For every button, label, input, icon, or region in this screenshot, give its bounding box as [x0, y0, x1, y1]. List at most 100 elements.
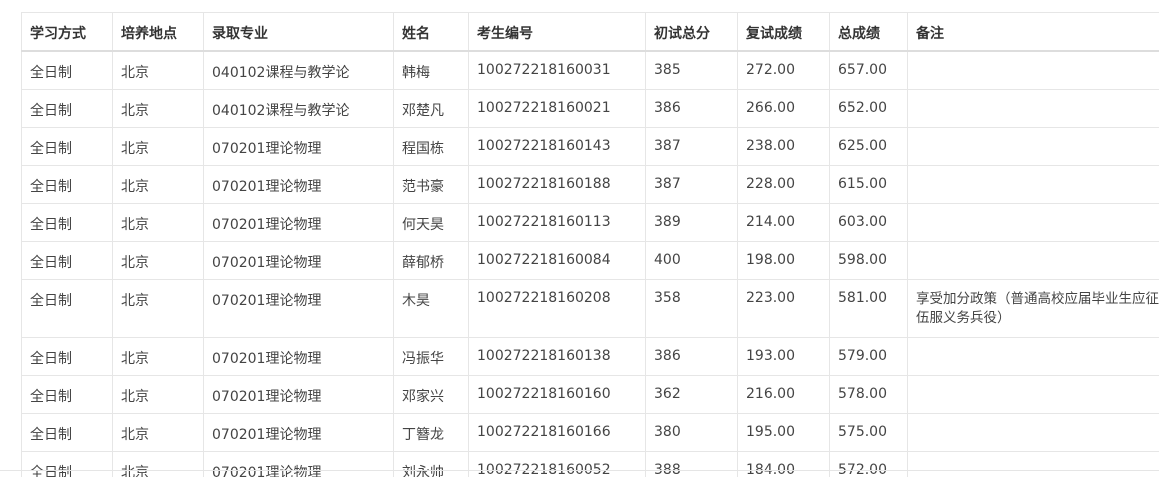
table-row: 全日制 北京 070201理论物理 冯振华 100272218160138 38… — [21, 337, 1159, 376]
header-name: 姓名 — [393, 12, 469, 52]
cell-exam-id: 100272218160160 — [468, 375, 646, 414]
cell-major: 070201理论物理 — [203, 279, 394, 338]
cell-study-mode: 全日制 — [21, 203, 113, 242]
cell-total-score: 578.00 — [829, 375, 908, 414]
cell-name: 邓楚凡 — [393, 89, 469, 128]
cell-location: 北京 — [112, 451, 204, 477]
cell-retest-score: 195.00 — [737, 413, 830, 452]
cell-retest-score: 228.00 — [737, 165, 830, 204]
cell-location: 北京 — [112, 127, 204, 166]
cell-location: 北京 — [112, 375, 204, 414]
cell-initial-score: 358 — [645, 279, 738, 338]
cell-study-mode: 全日制 — [21, 279, 113, 338]
table-row: 全日制 北京 070201理论物理 何天昊 100272218160113 38… — [21, 203, 1159, 242]
cell-initial-score: 387 — [645, 127, 738, 166]
cell-study-mode: 全日制 — [21, 413, 113, 452]
cell-retest-score: 216.00 — [737, 375, 830, 414]
cell-location: 北京 — [112, 50, 204, 90]
cell-name: 何天昊 — [393, 203, 469, 242]
header-retest-score: 复试成绩 — [737, 12, 830, 52]
cell-location: 北京 — [112, 241, 204, 280]
cell-name: 范书豪 — [393, 165, 469, 204]
cell-name: 邓家兴 — [393, 375, 469, 414]
table-header-row: 学习方式 培养地点 录取专业 姓名 考生编号 初试总分 复试成绩 总成绩 备注 — [21, 12, 1159, 52]
cell-location: 北京 — [112, 203, 204, 242]
cell-total-score: 625.00 — [829, 127, 908, 166]
cell-initial-score: 400 — [645, 241, 738, 280]
cell-name: 刘永帅 — [393, 451, 469, 477]
top-margin — [0, 0, 1159, 12]
table-row: 全日制 北京 070201理论物理 范书豪 100272218160188 38… — [21, 165, 1159, 204]
cell-retest-score: 266.00 — [737, 89, 830, 128]
cell-remarks — [907, 375, 1159, 414]
cell-total-score: 598.00 — [829, 241, 908, 280]
cell-total-score: 572.00 — [829, 451, 908, 477]
cell-name: 薛郁桥 — [393, 241, 469, 280]
cell-retest-score: 272.00 — [737, 50, 830, 90]
cell-total-score: 579.00 — [829, 337, 908, 376]
cell-retest-score: 198.00 — [737, 241, 830, 280]
cell-remarks — [907, 127, 1159, 166]
cell-location: 北京 — [112, 279, 204, 338]
table-row: 全日制 北京 070201理论物理 邓家兴 100272218160160 36… — [21, 375, 1159, 414]
cell-major: 070201理论物理 — [203, 451, 394, 477]
cell-initial-score: 386 — [645, 89, 738, 128]
table-row: 全日制 北京 070201理论物理 刘永帅 100272218160052 38… — [21, 451, 1159, 477]
cell-name: 程国栋 — [393, 127, 469, 166]
cell-remarks — [907, 413, 1159, 452]
cell-name: 韩梅 — [393, 50, 469, 90]
cell-initial-score: 362 — [645, 375, 738, 414]
cell-total-score: 652.00 — [829, 89, 908, 128]
cell-name: 丁簪龙 — [393, 413, 469, 452]
cell-study-mode: 全日制 — [21, 337, 113, 376]
header-initial-score: 初试总分 — [645, 12, 738, 52]
cell-retest-score: 214.00 — [737, 203, 830, 242]
cell-remarks — [907, 165, 1159, 204]
cell-remarks — [907, 50, 1159, 90]
cell-major: 070201理论物理 — [203, 203, 394, 242]
cell-remarks — [907, 89, 1159, 128]
cell-study-mode: 全日制 — [21, 127, 113, 166]
cell-study-mode: 全日制 — [21, 451, 113, 477]
cell-total-score: 657.00 — [829, 50, 908, 90]
cell-exam-id: 100272218160188 — [468, 165, 646, 204]
cell-exam-id: 100272218160113 — [468, 203, 646, 242]
header-exam-id: 考生编号 — [468, 12, 646, 52]
table-row: 全日制 北京 070201理论物理 木昊 100272218160208 358… — [21, 279, 1159, 338]
header-total-score: 总成绩 — [829, 12, 908, 52]
cell-major: 070201理论物理 — [203, 375, 394, 414]
cell-exam-id: 100272218160166 — [468, 413, 646, 452]
cell-major: 070201理论物理 — [203, 165, 394, 204]
cell-retest-score: 238.00 — [737, 127, 830, 166]
cell-exam-id: 100272218160138 — [468, 337, 646, 376]
cell-remarks — [907, 337, 1159, 376]
cell-major: 070201理论物理 — [203, 127, 394, 166]
cell-location: 北京 — [112, 337, 204, 376]
cell-name: 木昊 — [393, 279, 469, 338]
cell-retest-score: 223.00 — [737, 279, 830, 338]
table-row: 全日制 北京 040102课程与教学论 邓楚凡 100272218160021 … — [21, 89, 1159, 128]
cell-retest-score: 184.00 — [737, 451, 830, 477]
table-row: 全日制 北京 040102课程与教学论 韩梅 100272218160031 3… — [21, 50, 1159, 90]
cell-study-mode: 全日制 — [21, 375, 113, 414]
cell-initial-score: 386 — [645, 337, 738, 376]
cell-total-score: 603.00 — [829, 203, 908, 242]
cell-total-score: 615.00 — [829, 165, 908, 204]
cell-study-mode: 全日制 — [21, 165, 113, 204]
admission-table: 学习方式 培养地点 录取专业 姓名 考生编号 初试总分 复试成绩 总成绩 备注 … — [21, 12, 1159, 477]
cell-location: 北京 — [112, 413, 204, 452]
cell-remarks: 享受加分政策（普通高校应届毕业生应征入伍服义务兵役） — [907, 279, 1159, 338]
cell-exam-id: 100272218160084 — [468, 241, 646, 280]
cell-major: 040102课程与教学论 — [203, 50, 394, 90]
cell-location: 北京 — [112, 165, 204, 204]
page: 学习方式 培养地点 录取专业 姓名 考生编号 初试总分 复试成绩 总成绩 备注 … — [0, 0, 1159, 477]
cell-major: 070201理论物理 — [203, 413, 394, 452]
table-row: 全日制 北京 070201理论物理 薛郁桥 100272218160084 40… — [21, 241, 1159, 280]
bottom-divider — [0, 470, 1159, 471]
cell-exam-id: 100272218160052 — [468, 451, 646, 477]
cell-initial-score: 387 — [645, 165, 738, 204]
cell-major: 040102课程与教学论 — [203, 89, 394, 128]
cell-initial-score: 385 — [645, 50, 738, 90]
cell-exam-id: 100272218160031 — [468, 50, 646, 90]
cell-retest-score: 193.00 — [737, 337, 830, 376]
